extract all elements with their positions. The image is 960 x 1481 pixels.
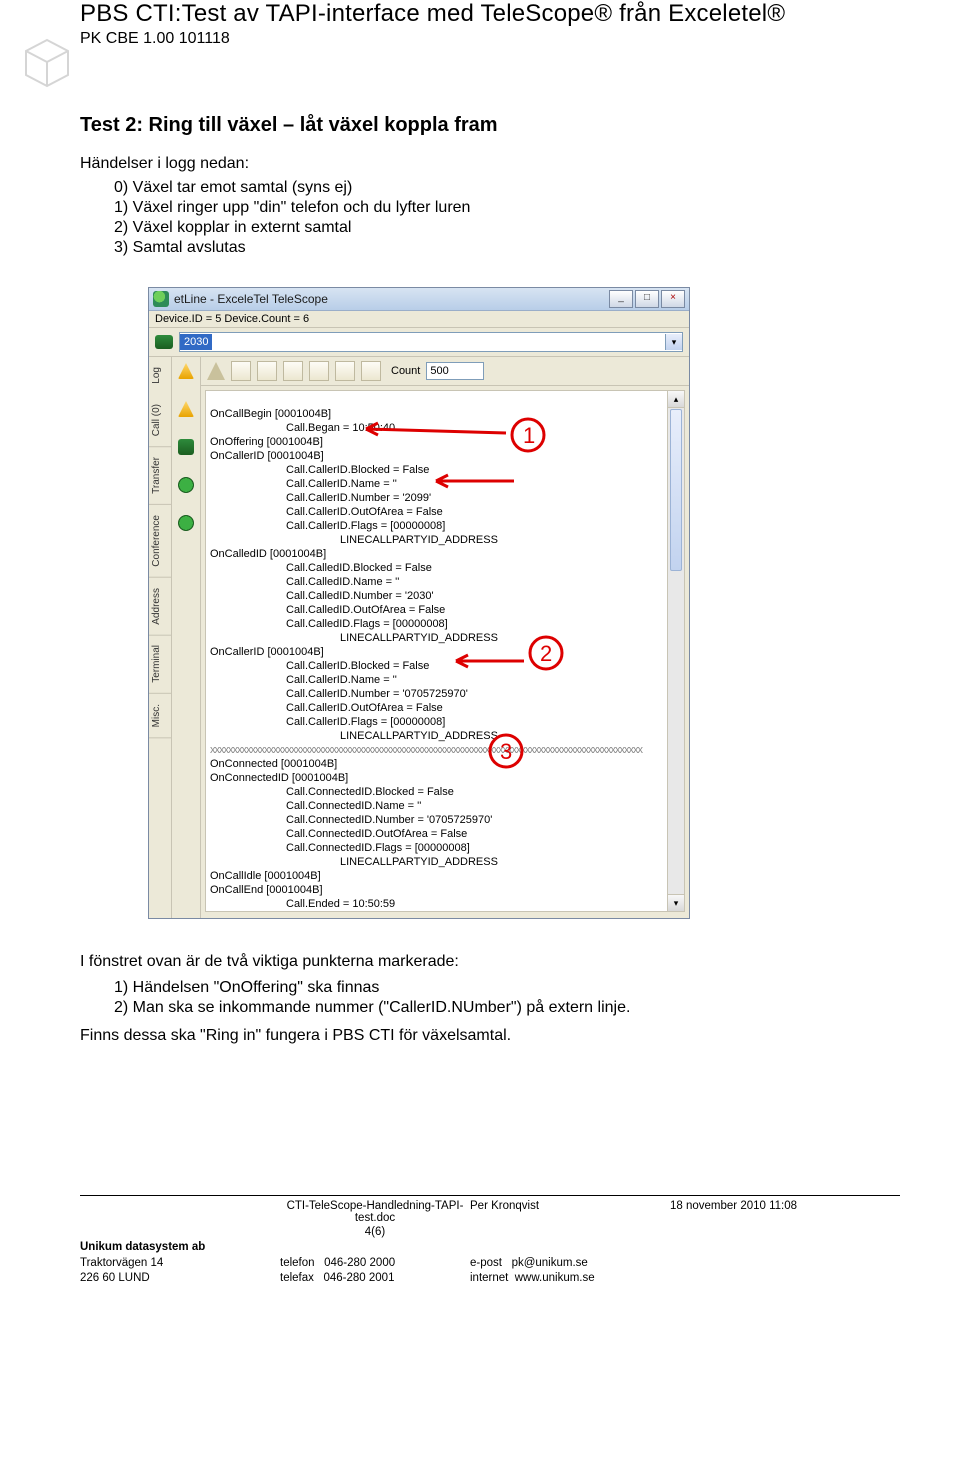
- after-outro: Finns dessa ska "Ring in" fungera i PBS …: [80, 1027, 900, 1045]
- event-item: 3) Samtal avslutas: [114, 239, 900, 257]
- events-intro: Händelser i logg nedan:: [80, 155, 900, 173]
- window-titlebar[interactable]: etLine - ExceleTel TeleScope _ □ ×: [149, 288, 689, 311]
- tab-icon-rail: [172, 357, 201, 918]
- doc-subtitle: PK CBE 1.00 101118: [80, 30, 900, 48]
- after-list: 1) Händelsen "OnOffering" ska finnas 2) …: [114, 979, 900, 1017]
- events-list: 0) Växel tar emot samtal (syns ej) 1) Vä…: [114, 179, 900, 257]
- vtab-misc[interactable]: Misc.: [149, 694, 171, 738]
- after-intro: I fönstret ovan är de två viktiga punkte…: [80, 953, 900, 971]
- vtab-terminal[interactable]: Terminal: [149, 635, 171, 694]
- page-header: PBS CTI:Test av TAPI-interface med TeleS…: [80, 0, 900, 54]
- maximize-button[interactable]: □: [635, 290, 659, 308]
- window-title: etLine - ExceleTel TeleScope: [174, 292, 609, 306]
- event-item: 1) Växel ringer upp "din" telefon och du…: [114, 199, 900, 217]
- after-item: 1) Händelsen "OnOffering" ska finnas: [114, 979, 900, 997]
- vtab-call[interactable]: Call (0): [149, 394, 171, 447]
- footer-web-label: internet: [470, 1272, 508, 1284]
- status-dot-icon: [178, 477, 194, 493]
- scroll-up-button[interactable]: ▴: [668, 391, 684, 408]
- line-selector-row: 2030 ▾: [149, 328, 689, 357]
- count-label: Count: [391, 365, 420, 377]
- footer-addr2: 226 60 LUND: [80, 1271, 280, 1287]
- close-button[interactable]: ×: [661, 290, 685, 308]
- chevron-down-icon[interactable]: ▾: [665, 334, 682, 350]
- telescope-window: etLine - ExceleTel TeleScope _ □ × Devic…: [148, 287, 690, 919]
- vtab-transfer[interactable]: Transfer: [149, 447, 171, 505]
- toolbar-button[interactable]: [231, 361, 251, 381]
- status-dot-icon: [178, 515, 194, 531]
- footer-fax-label: telefax: [280, 1272, 314, 1284]
- event-item: 2) Växel kopplar in externt samtal: [114, 219, 900, 237]
- after-item: 2) Man ska se inkommande nummer ("Caller…: [114, 999, 900, 1017]
- vertical-tabs: Log Call (0) Transfer Conference Address…: [149, 357, 172, 918]
- scroll-down-button[interactable]: ▾: [668, 894, 684, 911]
- footer-date: 18 november 2010 11:08: [670, 1200, 900, 1224]
- event-item: 0) Växel tar emot samtal (syns ej): [114, 179, 900, 197]
- count-input[interactable]: 500: [426, 362, 484, 380]
- toolbar-button[interactable]: [335, 361, 355, 381]
- cube-logo-icon: [20, 36, 74, 90]
- footer-page: 4(6): [280, 1226, 470, 1238]
- page-footer: CTI-TeleScope-Handledning-TAPI-test.doc …: [80, 1200, 900, 1287]
- warning-icon: [178, 401, 194, 417]
- log-toolbar: Count 500: [201, 357, 689, 386]
- footer-web: www.unikum.se: [515, 1272, 595, 1284]
- combo-selected-value: 2030: [180, 334, 212, 350]
- footer-tel-label: telefon: [280, 1257, 315, 1269]
- footer-doc: CTI-TeleScope-Handledning-TAPI-test.doc: [280, 1200, 470, 1224]
- phone-icon: [155, 335, 173, 349]
- footer-mail: pk@unikum.se: [512, 1257, 588, 1269]
- toolbar-button[interactable]: [361, 361, 381, 381]
- toolbar-button[interactable]: [257, 361, 277, 381]
- footer-author: Per Kronqvist: [470, 1200, 670, 1224]
- toolbar-button[interactable]: [207, 362, 225, 380]
- footer-fax: 046-280 2001: [323, 1272, 394, 1284]
- scroll-thumb[interactable]: [670, 409, 682, 571]
- vtab-log[interactable]: Log: [149, 357, 171, 394]
- toolbar-button[interactable]: [283, 361, 303, 381]
- footer-mail-label: e-post: [470, 1257, 502, 1269]
- log-text: OnCallBegin [0001004B] Call.Began = 10:5…: [206, 391, 684, 912]
- log-panel: OnCallBegin [0001004B] Call.Began = 10:5…: [205, 390, 685, 912]
- footer-addr1: Traktorvägen 14: [80, 1256, 280, 1272]
- warning-icon: [178, 363, 194, 379]
- vtab-conference[interactable]: Conference: [149, 505, 171, 578]
- footer-company: Unikum datasystem ab: [80, 1240, 280, 1256]
- device-info-bar: Device.ID = 5 Device.Count = 6: [149, 311, 689, 328]
- section-title: Test 2: Ring till växel – låt växel kopp…: [80, 114, 900, 137]
- phone-icon: [178, 439, 194, 455]
- toolbar-button[interactable]: [309, 361, 329, 381]
- scrollbar[interactable]: ▴ ▾: [667, 391, 684, 911]
- app-icon: [153, 291, 169, 307]
- minimize-button[interactable]: _: [609, 290, 633, 308]
- line-combobox[interactable]: 2030 ▾: [179, 332, 683, 352]
- footer-rule: [80, 1195, 900, 1196]
- doc-title: PBS CTI:Test av TAPI-interface med TeleS…: [80, 0, 900, 28]
- footer-tel: 046-280 2000: [324, 1257, 395, 1269]
- vtab-address[interactable]: Address: [149, 578, 171, 636]
